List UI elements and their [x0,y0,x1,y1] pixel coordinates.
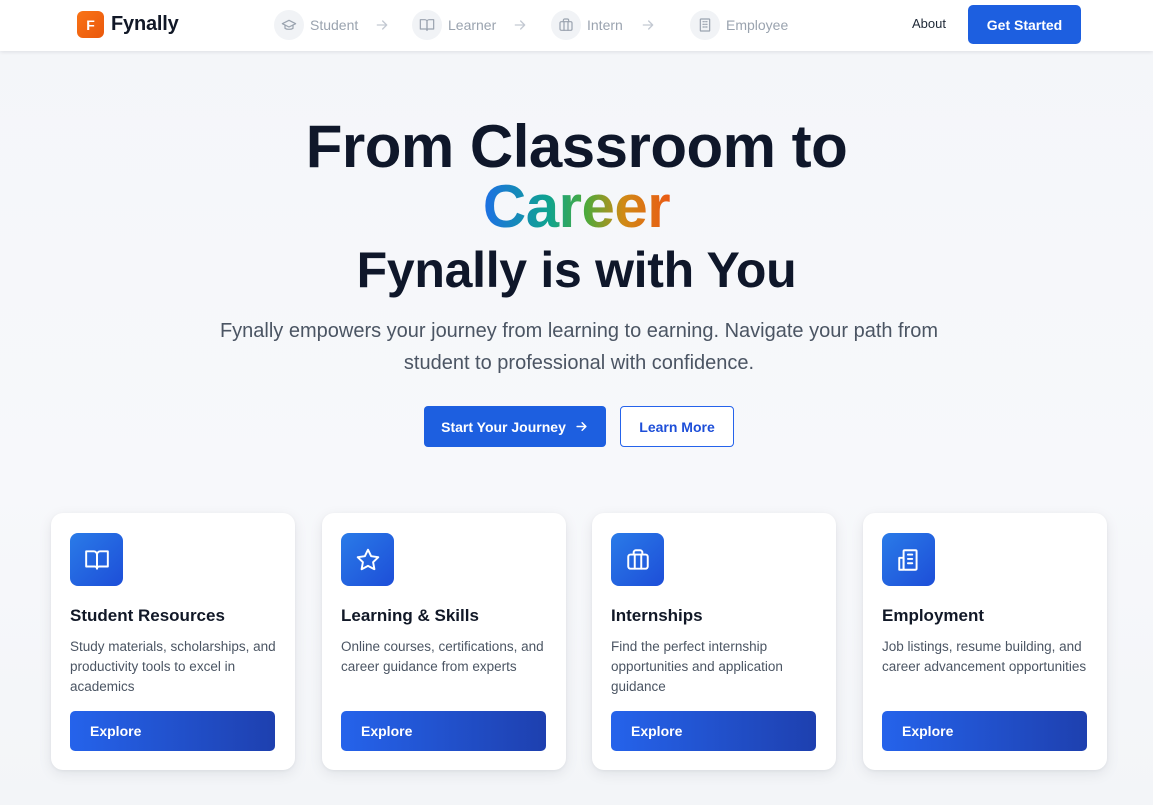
step-label: Learner [448,17,497,33]
arrow-right-icon [642,20,654,30]
star-icon [341,533,394,586]
step-employee[interactable]: Employee [690,10,788,40]
card-employment: Employment Job listings, resume building… [863,513,1107,770]
logo[interactable]: F Fynally [77,11,179,38]
start-journey-button[interactable]: Start Your Journey [424,406,606,447]
card-description: Study materials, scholarships, and produ… [70,639,276,694]
card-learning-skills: Learning & Skills Online courses, certif… [322,513,566,770]
step-learner[interactable]: Learner [412,10,496,40]
hero-subtitle: Fynally empowers your journey from learn… [219,320,939,374]
card-title: Learning & Skills [341,606,479,625]
career-gradient-text: Career [482,173,671,240]
start-journey-label: Start Your Journey [441,418,566,435]
card-description: Find the perfect internship opportunitie… [611,639,783,694]
arrow-right-icon [376,20,388,30]
building-icon [882,533,935,586]
explore-button[interactable]: Explore [611,711,816,751]
arrow-right-icon [514,20,526,30]
explore-button[interactable]: Explore [70,711,275,751]
get-started-button[interactable]: Get Started [968,5,1081,44]
briefcase-icon [611,533,664,586]
logo-text: Fynally [111,13,179,35]
book-icon [70,533,123,586]
card-title: Internships [611,606,703,625]
card-description: Online courses, certifications, and care… [341,639,544,674]
top-navbar: F Fynally Student Learner Intern Employe… [0,0,1153,51]
card-title: Employment [882,606,985,625]
step-label: Student [310,17,359,33]
building-icon [690,10,720,40]
explore-button[interactable]: Explore [882,711,1087,751]
step-label: Employee [726,17,789,33]
card-internships: Internships Find the perfect internship … [592,513,836,770]
card-student-resources: Student Resources Study materials, schol… [51,513,295,770]
explore-button[interactable]: Explore [341,711,546,751]
briefcase-icon [551,10,581,40]
book-icon [412,10,442,40]
step-label: Intern [587,17,623,33]
arrow-right-icon [576,422,587,431]
logo-badge: F [77,11,104,38]
hero-tagline: Fynally is with You [356,242,797,298]
about-link[interactable]: About [912,16,946,31]
card-description: Job listings, resume building, and caree… [882,639,1087,674]
learn-more-button[interactable]: Learn More [620,406,734,447]
step-student[interactable]: Student [274,10,358,40]
graduation-cap-icon [274,10,304,40]
hero-career-word: Career [0,172,1153,242]
card-title: Student Resources [70,606,225,625]
step-intern[interactable]: Intern [551,10,623,40]
